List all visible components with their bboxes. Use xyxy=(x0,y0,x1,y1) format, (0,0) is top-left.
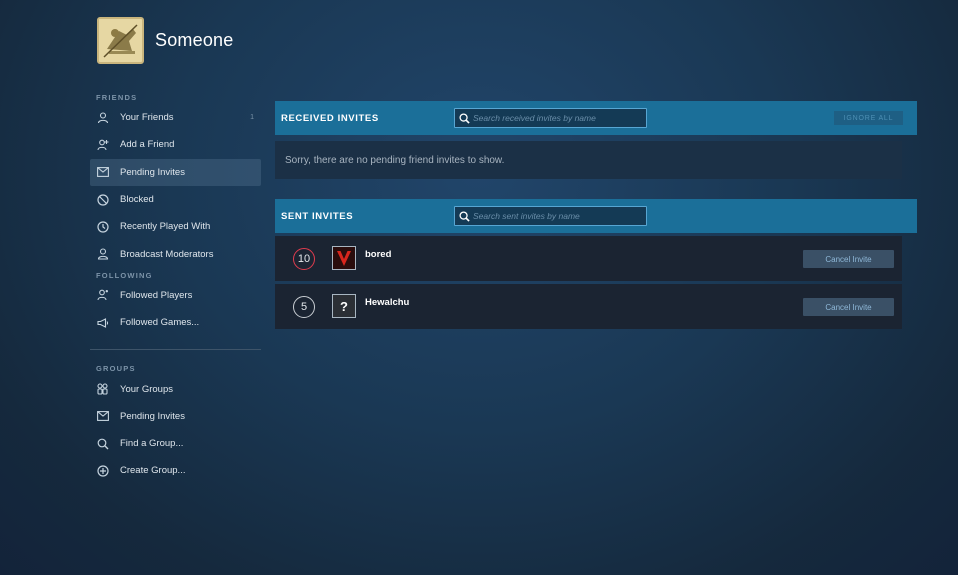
sidebar-item-label: Blocked xyxy=(120,194,154,206)
friend-avatar[interactable] xyxy=(332,246,356,270)
no-invites-message: Sorry, there are no pending friend invit… xyxy=(275,141,902,179)
sidebar-item-label: Add a Friend xyxy=(120,139,175,151)
profile-name: Someone xyxy=(155,30,234,50)
sidebar-item-label: Your Friends xyxy=(120,112,174,124)
following-section-title: FOLLOWING xyxy=(96,270,153,280)
friend-name[interactable]: Hewalchu xyxy=(365,297,409,308)
sidebar-item-label: Recently Played With xyxy=(120,221,211,233)
friend-avatar[interactable]: ? xyxy=(332,294,356,318)
sidebar-item-your-friends[interactable]: Your Friends 1 xyxy=(90,104,261,131)
sidebar-divider xyxy=(90,349,261,351)
red-v-logo-icon xyxy=(333,247,355,269)
sidebar-item-label: Pending Invites xyxy=(120,166,185,178)
game-art-avatar-icon xyxy=(99,19,142,62)
friends-section-title: FRIENDS xyxy=(96,93,138,102)
sidebar-item-label: Followed Players xyxy=(120,289,193,301)
envelope-icon xyxy=(96,410,109,423)
megaphone-icon xyxy=(96,316,109,329)
add-person-icon xyxy=(96,138,109,151)
friends-count-badge: 1 xyxy=(250,114,254,122)
level-badge: 10 xyxy=(293,247,315,270)
groups-section-title: GROUPS xyxy=(96,364,136,374)
sidebar-item-recently-played[interactable]: Recently Played With xyxy=(90,213,261,240)
received-search-input[interactable] xyxy=(473,113,643,123)
followed-person-icon xyxy=(96,289,109,302)
cancel-invite-button[interactable]: Cancel Invite xyxy=(803,298,894,316)
received-search-box[interactable] xyxy=(454,108,647,128)
profile-avatar[interactable] xyxy=(97,17,144,64)
sent-search-box[interactable] xyxy=(454,206,647,226)
sidebar-item-blocked[interactable]: Blocked xyxy=(90,186,261,213)
sidebar-item-your-groups[interactable]: Your Groups xyxy=(90,375,261,402)
sent-invite-row[interactable]: 10 bored Cancel Invite xyxy=(275,236,902,281)
blocked-icon xyxy=(96,193,109,206)
sidebar-item-label: Followed Games... xyxy=(120,317,200,329)
sent-invite-row[interactable]: 5 ? Hewalchu Cancel Invite xyxy=(275,284,902,329)
main-content: RECEIVED INVITES IGNORE ALL Sorry, there… xyxy=(275,101,917,329)
sidebar-item-label: Pending Invites xyxy=(120,410,185,422)
received-invites-title: RECEIVED INVITES xyxy=(281,112,379,124)
ignore-all-button[interactable]: IGNORE ALL xyxy=(834,111,903,125)
search-icon xyxy=(455,112,473,124)
sent-search-input[interactable] xyxy=(473,211,643,221)
sent-invites-title: SENT INVITES xyxy=(281,210,354,222)
person-icon xyxy=(96,111,109,124)
search-icon xyxy=(455,210,473,222)
sidebar-item-pending-invites[interactable]: Pending Invites xyxy=(90,158,261,186)
sidebar-item-group-pending-invites[interactable]: Pending Invites xyxy=(90,403,261,430)
sent-invites-header: SENT INVITES xyxy=(275,199,917,233)
group-icon xyxy=(96,383,109,396)
friend-name[interactable]: bored xyxy=(365,249,391,260)
moderator-icon xyxy=(96,248,109,261)
profile-header: Someone xyxy=(97,17,233,64)
sidebar: FRIENDS Your Friends 1 Add a Friend Pend… xyxy=(90,92,261,485)
sidebar-item-label: Find a Group... xyxy=(120,438,184,450)
sidebar-item-label: Your Groups xyxy=(120,383,173,395)
clock-icon xyxy=(96,220,109,233)
plus-circle-icon xyxy=(96,464,109,477)
sidebar-item-followed-games[interactable]: Followed Games... xyxy=(90,309,261,336)
search-icon xyxy=(96,437,109,450)
sidebar-item-label: Broadcast Moderators xyxy=(120,248,214,260)
sidebar-item-label: Create Group... xyxy=(120,465,186,477)
envelope-icon xyxy=(96,166,109,179)
sidebar-item-add-friend[interactable]: Add a Friend xyxy=(90,131,261,158)
level-badge: 5 xyxy=(293,295,315,318)
sidebar-item-create-group[interactable]: Create Group... xyxy=(90,457,261,484)
received-invites-header: RECEIVED INVITES IGNORE ALL xyxy=(275,101,917,135)
cancel-invite-button[interactable]: Cancel Invite xyxy=(803,250,894,268)
sidebar-item-followed-players[interactable]: Followed Players xyxy=(90,282,261,309)
question-mark-icon: ? xyxy=(340,298,348,314)
sidebar-item-broadcast-moderators[interactable]: Broadcast Moderators xyxy=(90,240,261,267)
sidebar-item-find-group[interactable]: Find a Group... xyxy=(90,430,261,457)
